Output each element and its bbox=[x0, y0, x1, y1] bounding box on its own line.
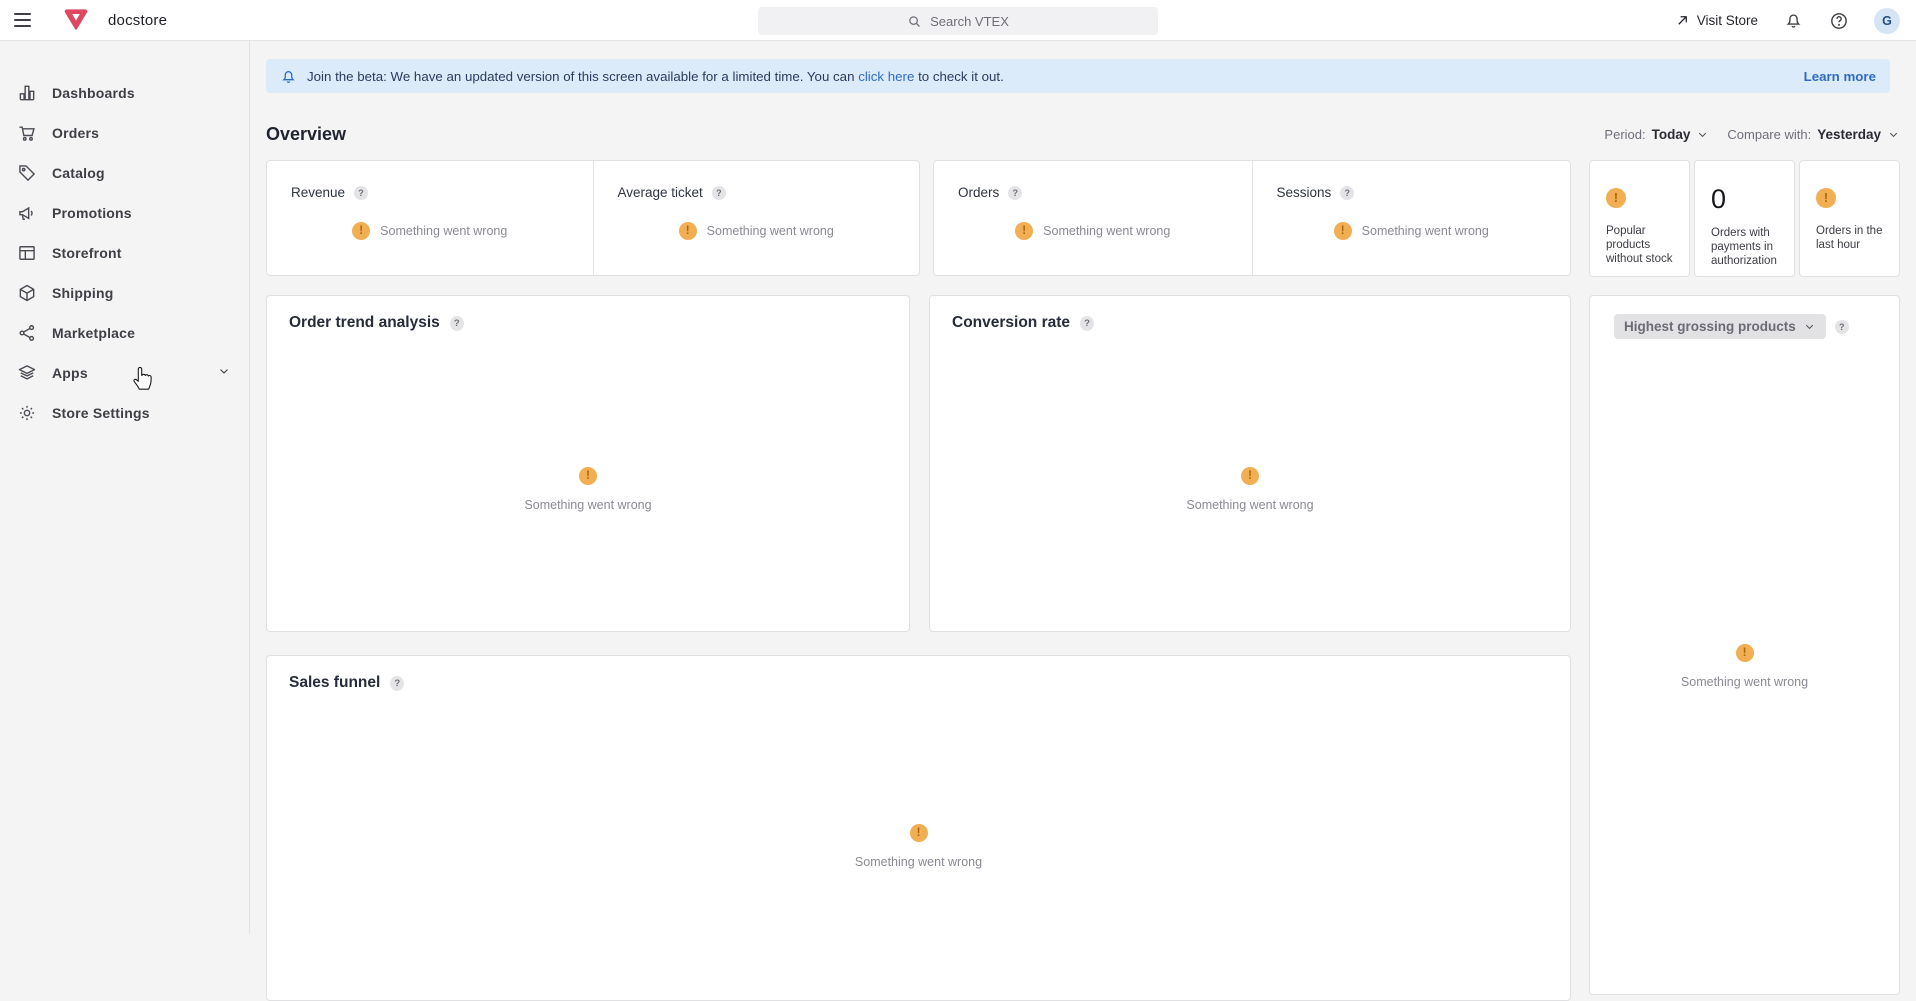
help-icon[interactable]: ? bbox=[712, 186, 726, 200]
compare-with-dropdown[interactable]: Compare with: Yesterday bbox=[1727, 127, 1900, 142]
chevron-down-icon bbox=[217, 364, 231, 383]
help-icon[interactable]: ? bbox=[1340, 186, 1354, 200]
bell-icon bbox=[280, 68, 297, 85]
menu-icon[interactable] bbox=[14, 8, 38, 32]
bar-chart-icon bbox=[16, 83, 37, 104]
warning-icon: ! bbox=[352, 222, 370, 240]
cart-icon bbox=[16, 123, 37, 144]
sidebar-item-promotions[interactable]: Promotions bbox=[0, 193, 249, 233]
metric-revenue: Revenue ? ! Something went wrong bbox=[267, 161, 593, 275]
metric-orders: Orders ? ! Something went wrong bbox=[934, 161, 1252, 275]
page-title: Overview bbox=[266, 124, 346, 145]
share-icon bbox=[16, 323, 37, 344]
warning-icon: ! bbox=[679, 222, 697, 240]
chevron-down-icon bbox=[1696, 128, 1709, 141]
search-icon bbox=[907, 14, 922, 29]
beta-banner: Join the beta: We have an updated versio… bbox=[266, 59, 1890, 93]
learn-more-link[interactable]: Learn more bbox=[1804, 69, 1876, 84]
help-icon[interactable]: ? bbox=[1008, 186, 1022, 200]
period-dropdown[interactable]: Period: Today bbox=[1604, 127, 1709, 142]
warning-icon: ! bbox=[579, 467, 597, 485]
top-products-dropdown[interactable]: Highest grossing products bbox=[1614, 314, 1826, 339]
sidebar: Dashboards Orders Catalog Promotions bbox=[0, 41, 250, 934]
help-icon[interactable]: ? bbox=[450, 316, 464, 331]
kpi-row: ! Popular products without stock 0 Order… bbox=[1589, 160, 1900, 277]
panel-top-products: Highest grossing products ? ! Something … bbox=[1589, 295, 1900, 995]
search-placeholder: Search VTEX bbox=[930, 14, 1009, 29]
account-name: docstore bbox=[108, 12, 167, 29]
sidebar-item-dashboards[interactable]: Dashboards bbox=[0, 73, 249, 113]
warning-icon: ! bbox=[1334, 222, 1352, 240]
box-icon bbox=[16, 283, 37, 304]
search-input[interactable]: Search VTEX bbox=[758, 7, 1158, 35]
topbar: docstore Search VTEX Visit Store bbox=[0, 0, 1916, 41]
panel-sales-funnel: Sales funnel ? ! Something went wrong bbox=[266, 655, 1571, 1001]
sidebar-item-storefront[interactable]: Storefront bbox=[0, 233, 249, 273]
storefront-icon bbox=[16, 243, 37, 264]
sidebar-item-store-settings[interactable]: Store Settings bbox=[0, 393, 249, 433]
help-icon[interactable]: ? bbox=[390, 676, 404, 691]
sidebar-item-catalog[interactable]: Catalog bbox=[0, 153, 249, 193]
banner-text: Join the beta: We have an updated versio… bbox=[307, 69, 1004, 84]
arrow-up-right-icon bbox=[1675, 13, 1690, 28]
chevron-down-icon bbox=[1803, 320, 1816, 333]
warning-icon: ! bbox=[1736, 644, 1754, 662]
vtex-logo-icon[interactable] bbox=[64, 9, 88, 31]
kpi-popular-products[interactable]: ! Popular products without stock bbox=[1589, 160, 1690, 277]
kpi-payments-authorization[interactable]: 0 Orders with payments in authorization bbox=[1694, 160, 1795, 277]
visit-store-button[interactable]: Visit Store bbox=[1675, 13, 1758, 28]
metric-sessions: Sessions ? ! Something went wrong bbox=[1252, 161, 1571, 275]
warning-icon: ! bbox=[910, 824, 928, 842]
main-content: Join the beta: We have an updated versio… bbox=[250, 41, 1916, 934]
help-icon[interactable]: ? bbox=[354, 186, 368, 200]
metric-average-ticket: Average ticket ? ! Something went wrong bbox=[593, 161, 920, 275]
megaphone-icon bbox=[16, 203, 37, 224]
help-circle-icon[interactable] bbox=[1828, 10, 1850, 32]
warning-icon: ! bbox=[1606, 188, 1626, 208]
metric-card-revenue-ticket: Revenue ? ! Something went wrong Average… bbox=[266, 160, 920, 276]
help-icon[interactable]: ? bbox=[1835, 320, 1849, 334]
gear-icon bbox=[16, 403, 37, 424]
kpi-orders-last-hour[interactable]: ! Orders in the last hour bbox=[1799, 160, 1900, 277]
sidebar-item-marketplace[interactable]: Marketplace bbox=[0, 313, 249, 353]
panel-order-trend: Order trend analysis ? ! Something went … bbox=[266, 295, 910, 632]
layers-icon bbox=[16, 363, 37, 384]
panel-conversion-rate: Conversion rate ? ! Something went wrong bbox=[929, 295, 1571, 632]
help-icon[interactable]: ? bbox=[1080, 316, 1094, 331]
warning-icon: ! bbox=[1241, 467, 1259, 485]
chevron-down-icon bbox=[1887, 128, 1900, 141]
click-here-link[interactable]: click here bbox=[858, 69, 914, 84]
warning-icon: ! bbox=[1015, 222, 1033, 240]
sidebar-item-apps[interactable]: Apps bbox=[0, 353, 249, 393]
metric-card-orders-sessions: Orders ? ! Something went wrong Sessions… bbox=[933, 160, 1571, 276]
sidebar-item-shipping[interactable]: Shipping bbox=[0, 273, 249, 313]
tag-icon bbox=[16, 163, 37, 184]
sidebar-item-orders[interactable]: Orders bbox=[0, 113, 249, 153]
warning-icon: ! bbox=[1816, 188, 1836, 208]
user-avatar[interactable]: G bbox=[1874, 8, 1900, 34]
notifications-bell-icon[interactable] bbox=[1782, 10, 1804, 32]
